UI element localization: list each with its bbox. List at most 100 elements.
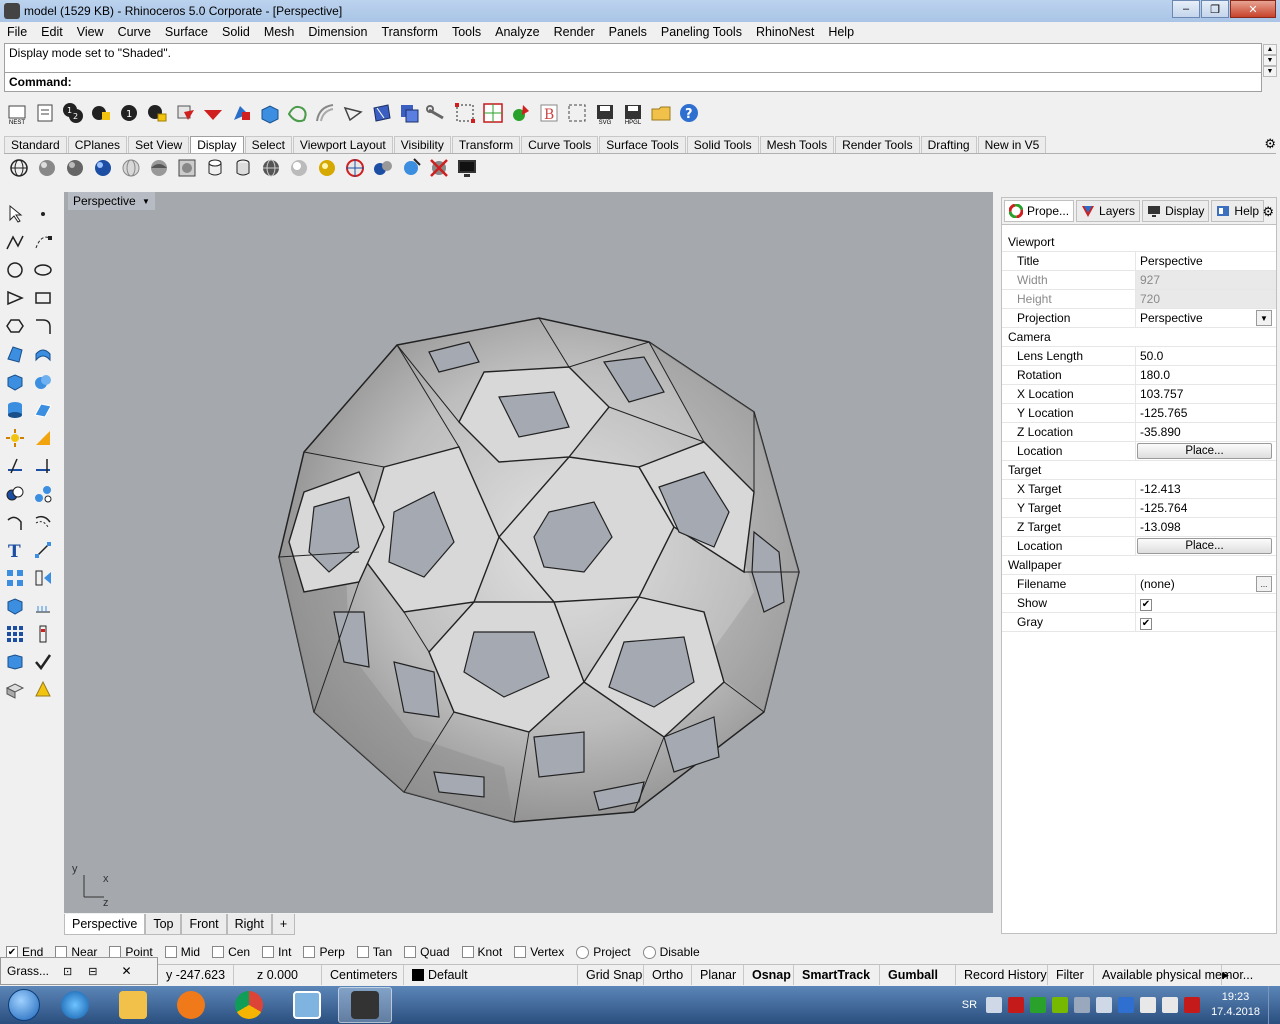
arc-lines-icon[interactable] bbox=[312, 100, 338, 126]
osnap-project[interactable]: Project bbox=[576, 945, 631, 959]
menu-mesh[interactable]: Mesh bbox=[257, 25, 302, 39]
box-blue-icon[interactable] bbox=[256, 100, 282, 126]
help-icon[interactable]: ? bbox=[676, 100, 702, 126]
material-icon[interactable] bbox=[2, 677, 28, 703]
tab-help[interactable]: Help bbox=[1211, 200, 1265, 222]
monitor-icon[interactable] bbox=[454, 155, 480, 181]
tab-drafting[interactable]: Drafting bbox=[920, 136, 977, 153]
fillet-icon[interactable] bbox=[30, 313, 56, 339]
clock[interactable]: 19:23 17.4.2018 bbox=[1211, 990, 1260, 1020]
surface-corners-icon[interactable] bbox=[2, 341, 28, 367]
view-tab-right[interactable]: Right bbox=[226, 914, 272, 935]
checkbox[interactable] bbox=[461, 946, 474, 958]
gold-sphere-icon[interactable] bbox=[314, 155, 340, 181]
model-polyhedron[interactable] bbox=[64, 192, 993, 913]
taskbar-explorer[interactable] bbox=[106, 987, 160, 1023]
taskbar-rhino[interactable] bbox=[338, 987, 392, 1023]
split-icon[interactable] bbox=[30, 453, 56, 479]
curve-pick-icon[interactable] bbox=[340, 100, 366, 126]
volume-muted-icon[interactable] bbox=[1184, 997, 1201, 1013]
network-icon[interactable] bbox=[1162, 997, 1179, 1013]
join-icon[interactable] bbox=[2, 509, 28, 535]
polyline-icon[interactable] bbox=[2, 229, 28, 255]
add-viewport-tab-button[interactable]: + bbox=[271, 914, 296, 935]
light-icon[interactable] bbox=[2, 425, 28, 451]
osnap-disable[interactable]: Disable bbox=[642, 945, 700, 959]
checkbox[interactable] bbox=[212, 946, 225, 958]
menu-panels[interactable]: Panels bbox=[602, 25, 654, 39]
cylinder-icon[interactable] bbox=[2, 397, 28, 423]
menu-rhinonest[interactable]: RhinoNest bbox=[749, 25, 821, 39]
polygon-icon[interactable] bbox=[2, 313, 28, 339]
tab-new-in-v5[interactable]: New in V5 bbox=[977, 136, 1047, 153]
nest-one-two-icon[interactable]: 12 bbox=[60, 100, 86, 126]
osnap-mid[interactable]: Mid bbox=[164, 945, 200, 959]
device-icon[interactable] bbox=[1074, 997, 1091, 1013]
tabs-gear-icon[interactable]: ⚙ bbox=[1264, 136, 1276, 152]
checkbox[interactable] bbox=[514, 946, 527, 958]
array-icon[interactable] bbox=[2, 565, 28, 591]
maximize-small-icon[interactable]: ⊟ bbox=[88, 965, 97, 978]
adobe-icon[interactable] bbox=[1008, 997, 1025, 1013]
checkbox[interactable] bbox=[164, 946, 177, 958]
menu-dimension[interactable]: Dimension bbox=[301, 25, 374, 39]
nest-list-icon[interactable] bbox=[32, 100, 58, 126]
minimize-button[interactable]: – bbox=[1172, 0, 1200, 18]
start-button[interactable] bbox=[0, 986, 48, 1024]
show-checkbox[interactable]: ✔ bbox=[1140, 598, 1152, 611]
render-icon[interactable] bbox=[30, 677, 56, 703]
menu-help[interactable]: Help bbox=[821, 25, 861, 39]
box-solid-icon[interactable] bbox=[2, 369, 28, 395]
status-gumball[interactable]: Gumball bbox=[880, 965, 956, 985]
scroll-end-icon[interactable]: ▼ bbox=[1263, 66, 1277, 77]
checkbox[interactable] bbox=[356, 946, 369, 958]
checkbox[interactable] bbox=[404, 946, 417, 958]
osnap-vertex[interactable]: Vertex bbox=[514, 945, 564, 959]
nest-number-icon[interactable]: 1 bbox=[116, 100, 142, 126]
nest-red-icon[interactable] bbox=[172, 100, 198, 126]
menu-paneling-tools[interactable]: Paneling Tools bbox=[654, 25, 749, 39]
select-box-red-icon[interactable] bbox=[452, 100, 478, 126]
history-scrollbar[interactable]: ▲ ▼ ▼ bbox=[1263, 44, 1277, 90]
grid-red-icon[interactable] bbox=[480, 100, 506, 126]
tab-layers[interactable]: Layers bbox=[1076, 200, 1141, 222]
tab-render-tools[interactable]: Render Tools bbox=[835, 136, 920, 153]
y-target-field[interactable]: -125.764 bbox=[1136, 499, 1276, 517]
taskbar-chrome[interactable] bbox=[222, 987, 276, 1023]
text-icon[interactable]: T bbox=[2, 537, 28, 563]
status-ortho[interactable]: Ortho bbox=[644, 965, 692, 985]
tab-viewport-layout[interactable]: Viewport Layout bbox=[292, 136, 393, 153]
blue-sphere-icon[interactable] bbox=[90, 155, 116, 181]
copy-sheets-icon[interactable] bbox=[396, 100, 422, 126]
units-display[interactable]: Centimeters bbox=[322, 965, 404, 985]
flag-icon[interactable] bbox=[1140, 997, 1157, 1013]
shaded-sphere-icon[interactable] bbox=[34, 155, 60, 181]
tab-standard[interactable]: Standard bbox=[4, 136, 67, 153]
status-planar[interactable]: Planar bbox=[692, 965, 744, 985]
wrench-icon[interactable] bbox=[424, 100, 450, 126]
filename-field[interactable]: (none)... bbox=[1136, 575, 1276, 593]
menu-edit[interactable]: Edit bbox=[34, 25, 70, 39]
target-sphere-icon[interactable] bbox=[342, 155, 368, 181]
status-smarttrack[interactable]: SmartTrack bbox=[794, 965, 880, 985]
tab-surface-tools[interactable]: Surface Tools bbox=[599, 136, 686, 153]
tab-solid-tools[interactable]: Solid Tools bbox=[686, 136, 759, 153]
drive-icon[interactable] bbox=[1030, 997, 1047, 1013]
open-folder-icon[interactable] bbox=[648, 100, 674, 126]
osnap-int[interactable]: Int bbox=[262, 945, 291, 959]
technical-icon[interactable] bbox=[174, 155, 200, 181]
browse-button[interactable]: ... bbox=[1256, 576, 1272, 592]
menu-view[interactable]: View bbox=[70, 25, 111, 39]
z-location-field[interactable]: -35.890 bbox=[1136, 423, 1276, 441]
circle-icon[interactable] bbox=[2, 257, 28, 283]
pen-mode-icon[interactable] bbox=[202, 155, 228, 181]
radio-button[interactable] bbox=[642, 945, 656, 959]
spotlight-icon[interactable] bbox=[30, 425, 56, 451]
transform-icon[interactable] bbox=[30, 565, 56, 591]
projection-select[interactable]: Perspective ▼ bbox=[1136, 309, 1276, 327]
x-target-field[interactable]: -12.413 bbox=[1136, 480, 1276, 498]
status-osnap[interactable]: Osnap bbox=[744, 965, 794, 985]
command-prompt[interactable]: Command: bbox=[4, 72, 1262, 92]
grasshopper-minimized[interactable]: Grass... ⊡ ⊟ ✕ bbox=[0, 957, 158, 985]
menu-tools[interactable]: Tools bbox=[445, 25, 488, 39]
